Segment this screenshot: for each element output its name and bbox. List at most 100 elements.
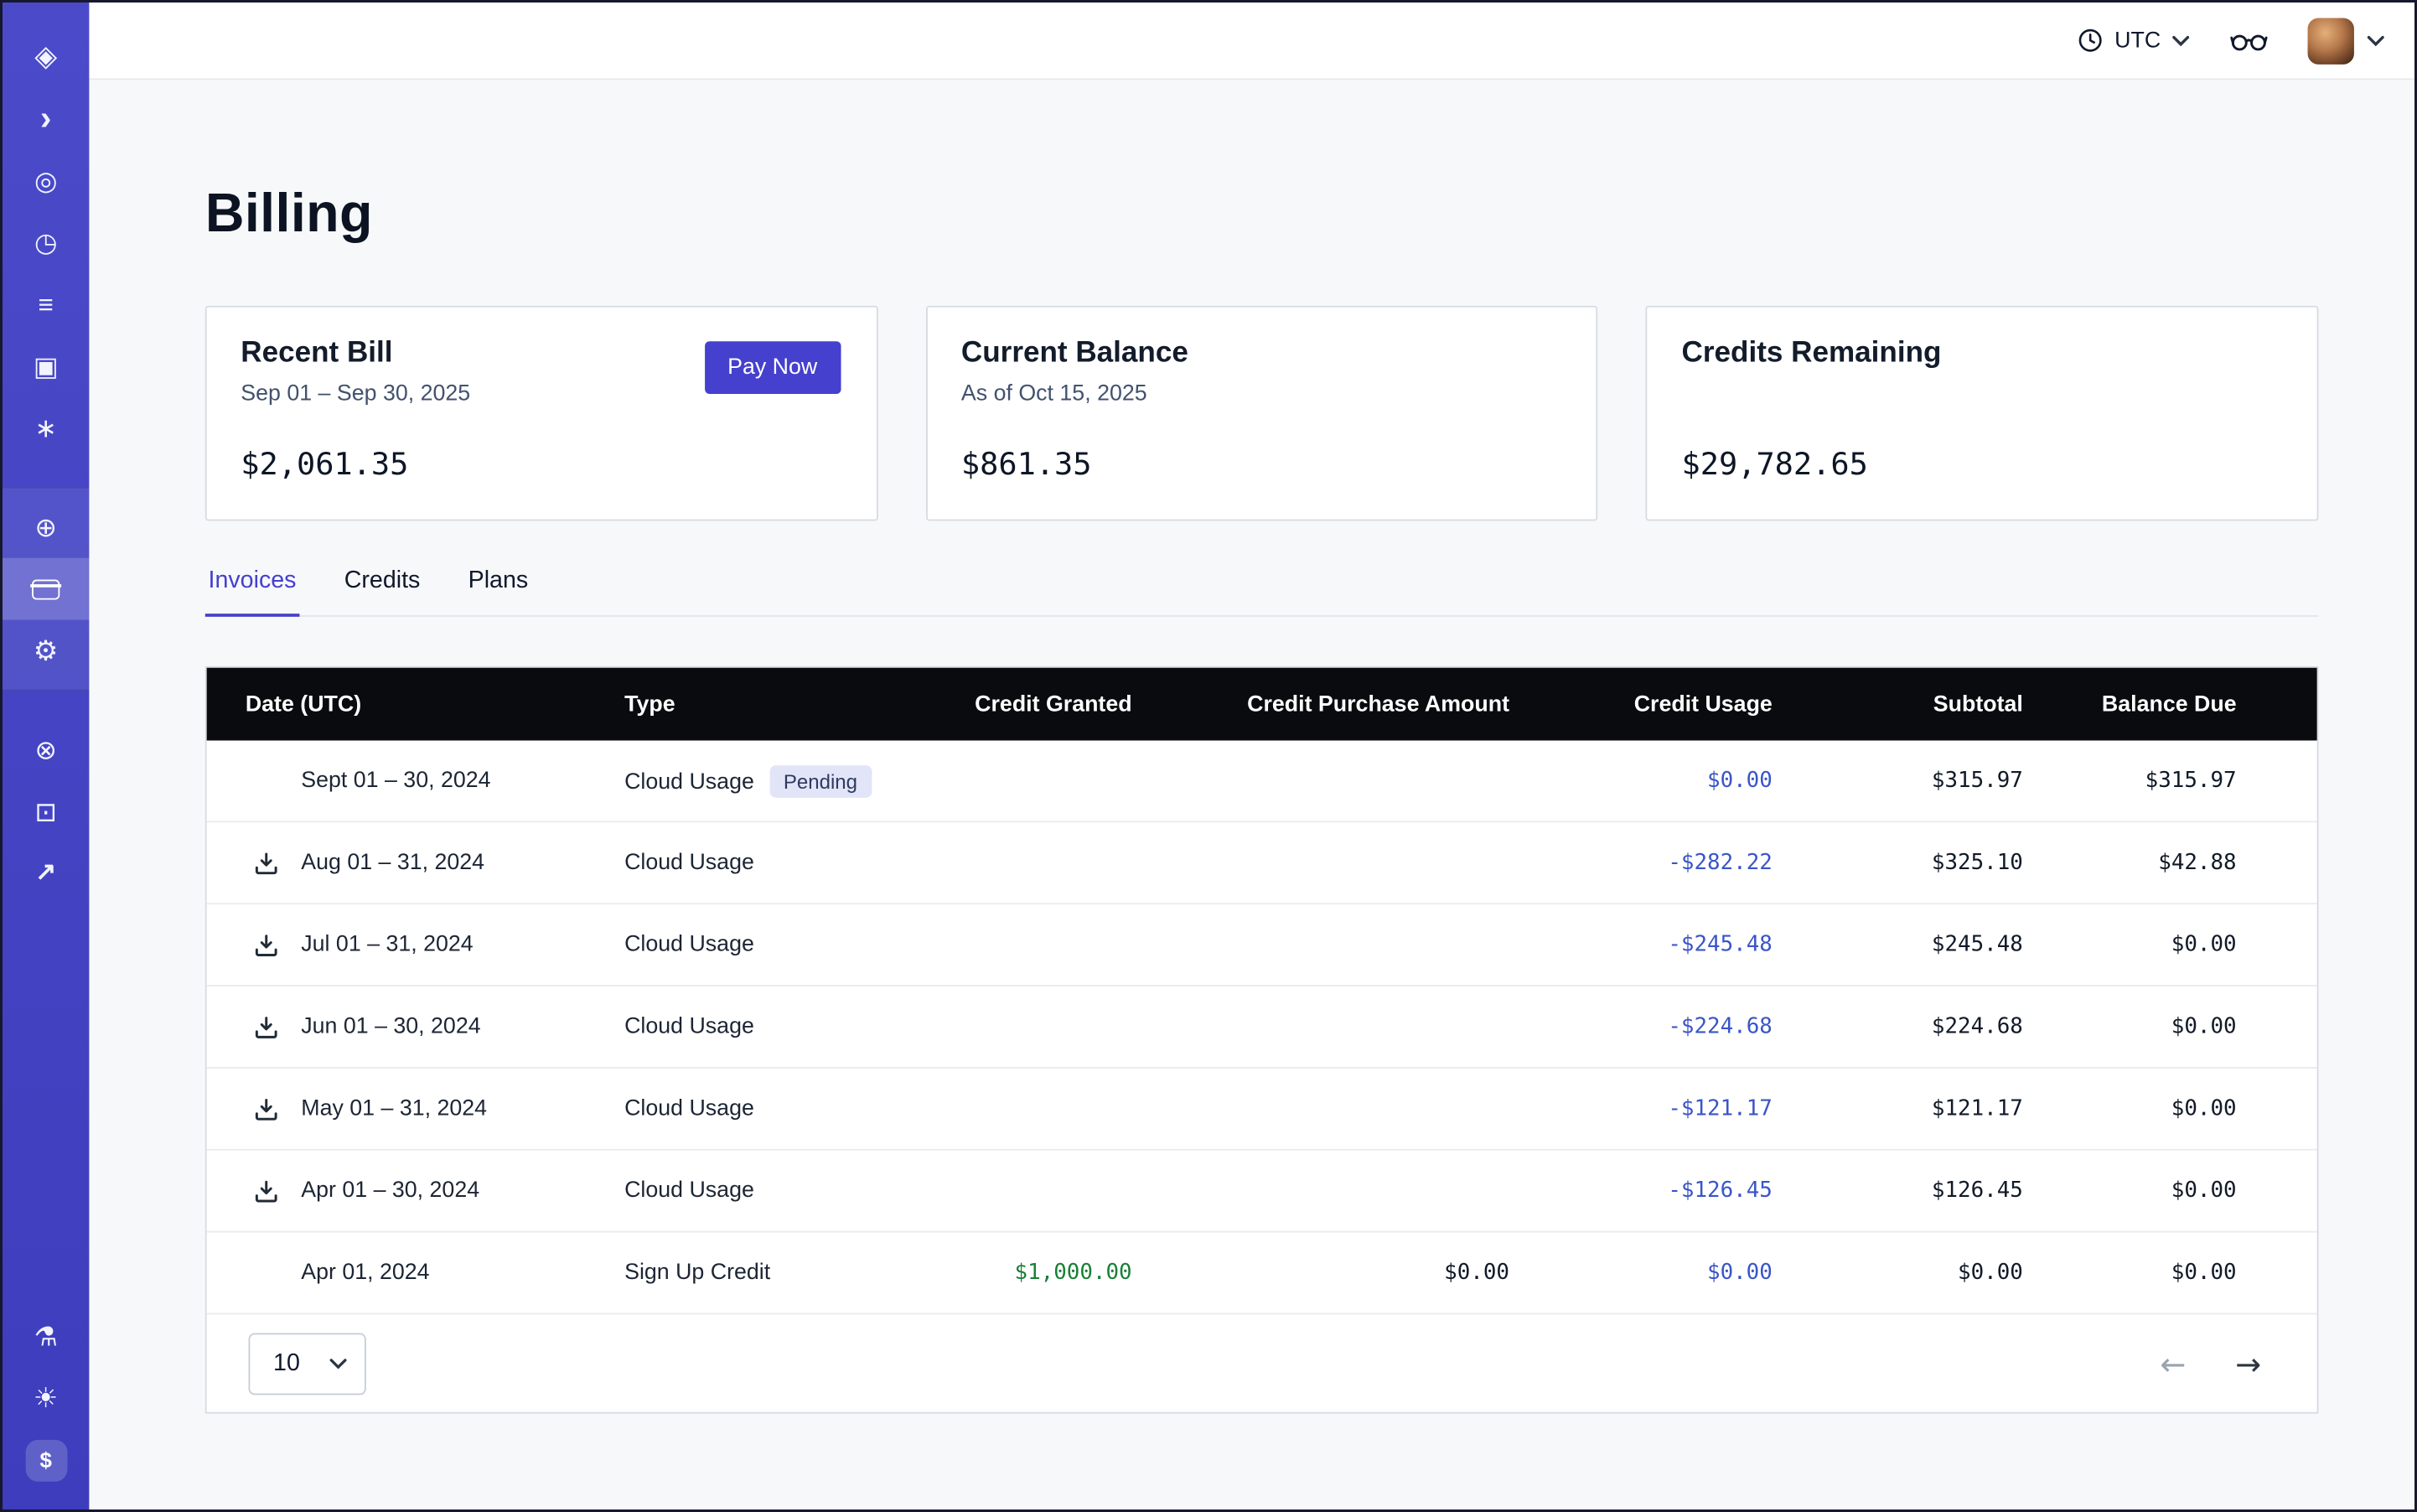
cell-subtotal: $325.10 xyxy=(1773,851,2023,876)
timer-icon: ◷ xyxy=(34,229,57,255)
sidebar-item-monitor[interactable]: ⊡ xyxy=(3,781,89,843)
chevron-down-icon xyxy=(2171,34,2190,47)
invoice-table: Date (UTC)TypeCredit GrantedCredit Purch… xyxy=(205,666,2319,1414)
gear-icon: ⚙ xyxy=(34,637,59,665)
next-page-button[interactable]: → xyxy=(2235,1348,2261,1379)
invoice-type: Cloud Usage xyxy=(624,1014,754,1039)
dollar-badge-icon: $ xyxy=(25,1439,67,1481)
download-invoice-icon[interactable] xyxy=(253,932,287,958)
tab-plans[interactable]: Plans xyxy=(465,567,531,617)
cell-date: May 01 – 31, 2024 xyxy=(207,1095,624,1121)
sidebar-item-support[interactable]: ⊗ xyxy=(3,719,89,781)
sidebar-item-timer[interactable]: ◷ xyxy=(3,211,89,273)
download-invoice-icon[interactable] xyxy=(253,850,287,876)
pay-now-button[interactable]: Pay Now xyxy=(704,341,841,394)
cell-type: Cloud Usage xyxy=(624,1014,888,1039)
cell-type: Cloud Usage xyxy=(624,1178,888,1204)
sidebar-logo[interactable]: ◈ xyxy=(3,26,89,88)
cell-credit-usage: -$245.48 xyxy=(1509,932,1773,957)
flask-icon: ⚗ xyxy=(34,1323,58,1349)
card-subtitle: As of Oct 15, 2025 xyxy=(961,381,1562,406)
cell-date: Jul 01 – 31, 2024 xyxy=(207,932,624,958)
sidebar-item-theme[interactable]: ☀ xyxy=(3,1367,89,1429)
user-menu[interactable] xyxy=(2308,18,2385,64)
timezone-label: UTC xyxy=(2114,28,2161,53)
sidebar-item-flask[interactable]: ⚗ xyxy=(3,1305,89,1367)
column-header: Credit Usage xyxy=(1509,691,1773,717)
page-title: Billing xyxy=(205,179,2319,250)
cell-balance-due: $0.00 xyxy=(2023,1261,2317,1286)
sun-icon: ☀ xyxy=(34,1384,59,1411)
main-content: Billing Recent Bill Pay Now Sep 01 – Sep… xyxy=(89,80,2415,1512)
sidebar-item-target[interactable]: ◎ xyxy=(3,149,89,211)
prev-page-button[interactable]: ← xyxy=(2160,1348,2186,1379)
cell-type: Cloud Usage xyxy=(624,932,888,957)
sidebar-item-rocket[interactable]: ↗ xyxy=(3,842,89,904)
summary-cards: Recent Bill Pay Now Sep 01 – Sep 30, 202… xyxy=(205,306,2319,521)
download-invoice-icon[interactable] xyxy=(253,1178,287,1204)
page-size-select[interactable]: 10 xyxy=(249,1333,366,1395)
download-invoice-icon[interactable] xyxy=(253,1095,287,1121)
table-header: Date (UTC)TypeCredit GrantedCredit Purch… xyxy=(207,668,2317,741)
status-badge: Pending xyxy=(769,764,871,797)
logo-icon: ◈ xyxy=(34,42,57,71)
table-row: Apr 01, 2024Sign Up Credit$1,000.00$0.00… xyxy=(207,1233,2317,1315)
invoice-type: Cloud Usage xyxy=(624,932,754,957)
invoice-type: Cloud Usage xyxy=(624,851,754,876)
asterisk-icon: ∗ xyxy=(35,415,57,441)
timezone-selector[interactable]: UTC xyxy=(2078,28,2190,54)
download-invoice-icon[interactable] xyxy=(253,1013,287,1039)
invoice-date: Aug 01 – 31, 2024 xyxy=(301,851,484,876)
chevron-down-icon xyxy=(2367,34,2385,47)
credits-remaining-card: Credits Remaining $29,782.65 xyxy=(1646,306,2318,521)
cell-type: Sign Up Credit xyxy=(624,1261,888,1286)
cell-credit-purchase-amount: $0.00 xyxy=(1132,1261,1509,1286)
app-window: ◈ ›◎ ◷ ≡ ▣ ∗ ⊕ ⚙ ⊗ ⊡↗ ⚗ ☀ $ UTC xyxy=(0,0,2417,1512)
sidebar-item-globe[interactable]: ⊕ xyxy=(3,496,89,558)
card-title: Current Balance xyxy=(961,337,1562,371)
cell-balance-due: $0.00 xyxy=(2023,932,2317,957)
column-header: Date (UTC) xyxy=(207,691,624,717)
cell-balance-due: $0.00 xyxy=(2023,1178,2317,1204)
column-header: Credit Purchase Amount xyxy=(1132,691,1509,717)
clock-icon xyxy=(2078,28,2104,54)
column-header: Subtotal xyxy=(1773,691,2023,717)
cell-subtotal: $245.48 xyxy=(1773,932,2023,957)
sidebar-item-settings[interactable]: ⚙ xyxy=(3,620,89,682)
sidebar-item-billing[interactable] xyxy=(3,558,89,620)
tab-credits[interactable]: Credits xyxy=(341,567,423,617)
column-header: Balance Due xyxy=(2023,691,2317,717)
circle-x-icon: ⊗ xyxy=(35,737,57,763)
invoice-type: Cloud Usage xyxy=(624,1096,754,1121)
layers-icon: ≡ xyxy=(39,291,54,317)
cell-credit-granted: $1,000.00 xyxy=(888,1261,1132,1286)
cell-credit-usage: -$121.17 xyxy=(1509,1096,1773,1121)
tab-invoices[interactable]: Invoices xyxy=(205,567,299,617)
billing-card-icon xyxy=(32,579,60,599)
card-amount: $2,061.35 xyxy=(241,445,841,482)
sidebar-item-cube[interactable]: ▣ xyxy=(3,335,89,397)
page-size-value: 10 xyxy=(273,1349,300,1377)
cell-type: Cloud UsagePending xyxy=(624,764,888,797)
invoice-type: Sign Up Credit xyxy=(624,1261,770,1286)
column-header: Type xyxy=(624,691,888,717)
invoice-type: Cloud Usage xyxy=(624,1178,754,1204)
cell-date: Apr 01, 2024 xyxy=(207,1260,624,1286)
cell-type: Cloud Usage xyxy=(624,851,888,876)
column-header: Credit Granted xyxy=(888,691,1132,717)
table-row: Apr 01 – 30, 2024Cloud Usage-$126.45$126… xyxy=(207,1151,2317,1233)
table-row: May 01 – 31, 2024Cloud Usage-$121.17$121… xyxy=(207,1069,2317,1151)
sidebar: ◈ ›◎ ◷ ≡ ▣ ∗ ⊕ ⚙ ⊗ ⊡↗ ⚗ ☀ $ xyxy=(3,3,89,1512)
invoice-table-body: Sept 01 – 30, 2024Cloud UsagePending$0.0… xyxy=(207,741,2317,1315)
chevron-down-icon xyxy=(329,1357,348,1370)
invoice-date: May 01 – 31, 2024 xyxy=(301,1096,487,1121)
sidebar-item-asterisk[interactable]: ∗ xyxy=(3,397,89,459)
sidebar-item-usage[interactable]: $ xyxy=(3,1429,89,1491)
sidebar-item-layers[interactable]: ≡ xyxy=(3,273,89,335)
invoice-date: Jun 01 – 30, 2024 xyxy=(301,1014,480,1039)
sidebar-group: ◈ ›◎ ◷ ≡ ▣ ∗ xyxy=(3,3,89,459)
sidebar-collapse[interactable]: › xyxy=(3,88,89,150)
glasses-icon[interactable] xyxy=(2230,28,2267,52)
cell-credit-usage: $0.00 xyxy=(1509,769,1773,794)
cell-type: Cloud Usage xyxy=(624,1096,888,1121)
